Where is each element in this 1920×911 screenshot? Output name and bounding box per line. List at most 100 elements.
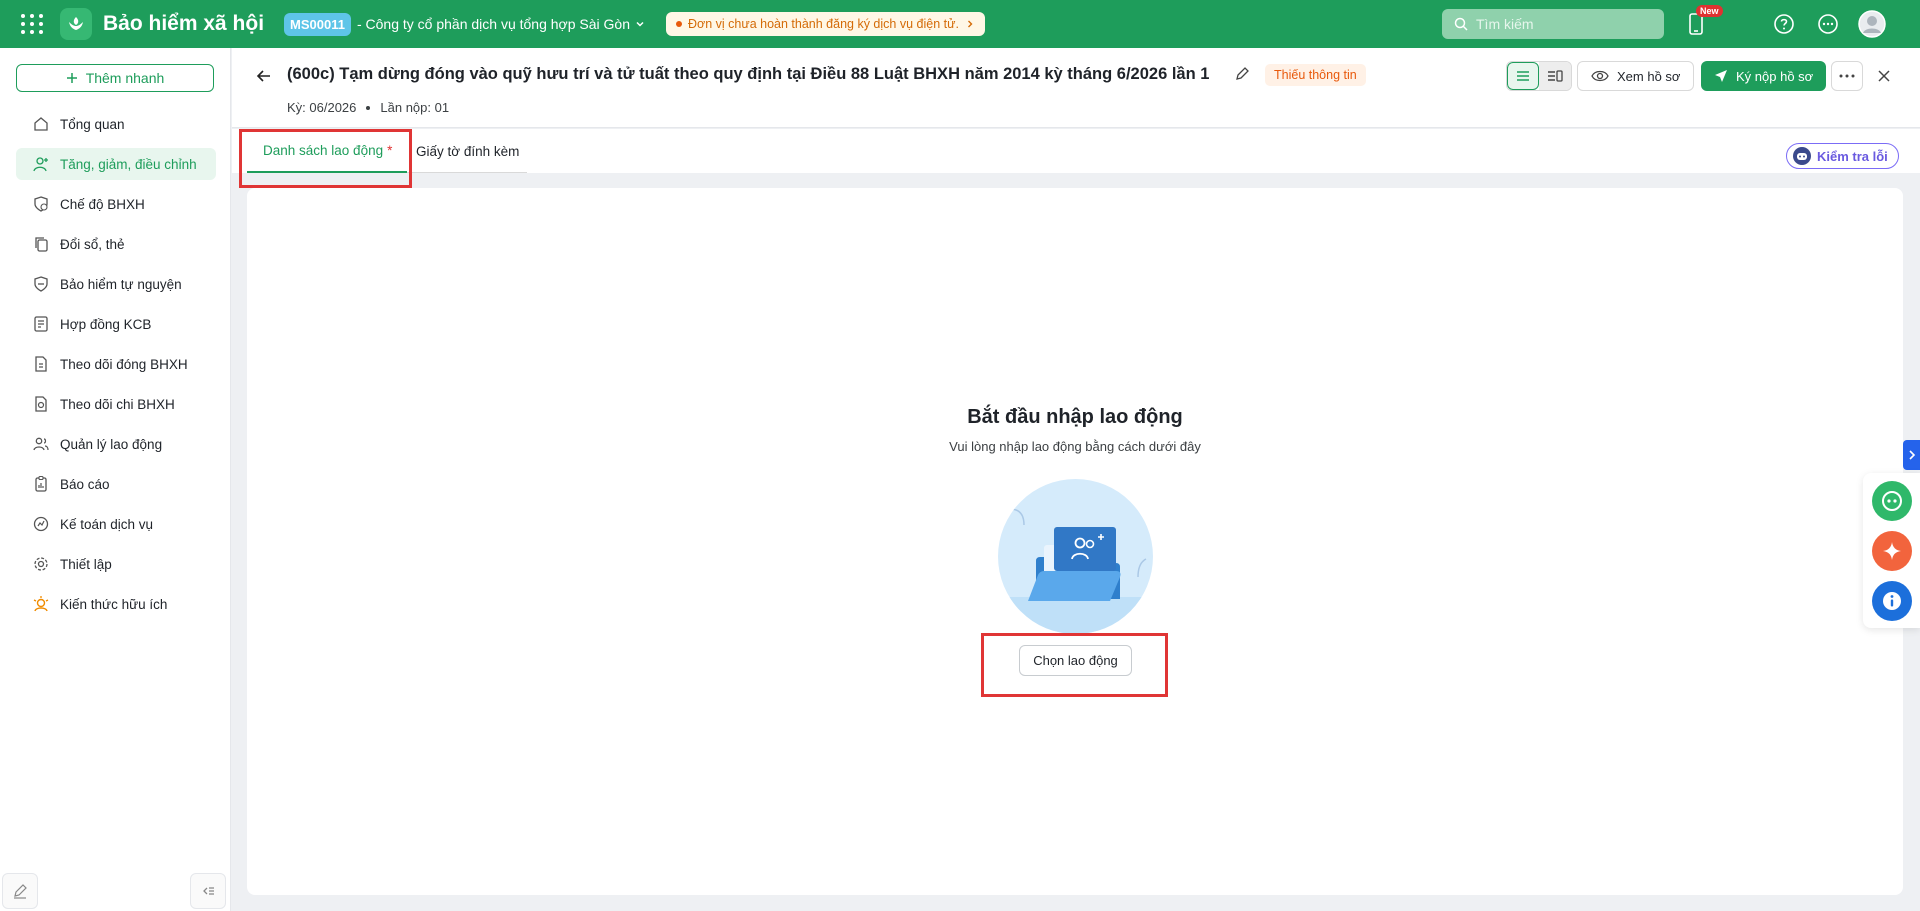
sidebar-item-accounting[interactable]: Kế toán dịch vụ xyxy=(16,508,216,540)
collapse-icon xyxy=(203,887,214,895)
user-avatar[interactable] xyxy=(1858,10,1886,38)
more-horizontal-icon xyxy=(1839,74,1855,78)
labor-list-panel: Bắt đầu nhập lao động Vui lòng nhập lao … xyxy=(247,188,1903,895)
sidebar-item-label: Bảo hiểm tự nguyện xyxy=(60,276,182,292)
quick-add-label: Thêm nhanh xyxy=(85,70,165,86)
split-view-icon xyxy=(1548,70,1563,82)
sidebar-item-label: Đổi sổ, thẻ xyxy=(60,236,125,252)
sidebar-item-label: Tăng, giảm, điều chỉnh xyxy=(60,156,197,172)
close-button[interactable] xyxy=(1872,64,1896,88)
new-badge: New xyxy=(1696,5,1723,17)
tab-attachments[interactable]: Giấy tờ đính kèm xyxy=(416,129,519,173)
expand-panel-button[interactable] xyxy=(1903,440,1920,470)
feedback-button[interactable] xyxy=(2,873,38,909)
ai-assistant-button[interactable] xyxy=(1872,531,1912,571)
document-meta: Kỳ: 06/2026 Lần nộp: 01 xyxy=(287,100,449,115)
apps-grid-icon[interactable] xyxy=(18,10,46,38)
tab-label: Giấy tờ đính kèm xyxy=(416,143,520,159)
split-view-button[interactable] xyxy=(1539,62,1571,90)
company-name: - Công ty cổ phần dịch vụ tổng hợp Sài G… xyxy=(356,16,630,32)
sidebar-item-track-payment[interactable]: Theo dõi đóng BHXH xyxy=(16,348,216,380)
empty-folder-illustration xyxy=(998,479,1153,634)
tabs-bar: Danh sách lao động * Giấy tờ đính kèm Ki… xyxy=(232,129,1920,173)
warning-dot-icon xyxy=(676,21,682,27)
chevron-right-icon xyxy=(967,20,973,28)
back-button[interactable] xyxy=(252,64,276,88)
chevron-down-icon xyxy=(636,21,644,27)
tab-divider xyxy=(407,172,527,173)
sidebar-item-adjustments[interactable]: Tăng, giảm, điều chỉnh xyxy=(16,148,216,180)
view-mode-toggle xyxy=(1506,61,1572,91)
home-icon xyxy=(34,117,48,131)
sidebar-item-book-card[interactable]: Đổi sổ, thẻ xyxy=(16,228,216,260)
document-header: (600c) Tạm dừng đóng vào quỹ hưu trí và … xyxy=(232,48,1920,128)
check-errors-button[interactable]: Kiểm tra lỗi xyxy=(1786,143,1899,169)
help-icon[interactable] xyxy=(1770,10,1798,38)
sparkle-icon xyxy=(1883,542,1901,560)
view-document-button[interactable]: Xem hồ sơ xyxy=(1577,61,1695,91)
sidebar-item-track-spending[interactable]: Theo dõi chi BHXH xyxy=(16,388,216,420)
registration-warning[interactable]: Đơn vị chưa hoàn thành đăng ký dịch vụ đ… xyxy=(666,12,985,36)
sidebar-item-settings[interactable]: Thiết lập xyxy=(16,548,216,580)
sidebar-item-report[interactable]: Báo cáo xyxy=(16,468,216,500)
info-button[interactable] xyxy=(1872,581,1912,621)
submission-text: Lần nộp: 01 xyxy=(380,100,450,115)
contract-icon xyxy=(34,316,48,332)
sign-submit-button[interactable]: Ký nộp hồ sơ xyxy=(1701,61,1827,91)
search-icon xyxy=(1454,17,1468,31)
company-selector[interactable]: - Công ty cổ phần dịch vụ tổng hợp Sài G… xyxy=(357,16,646,32)
chatbot-icon xyxy=(1882,491,1902,511)
sidebar-item-label: Tổng quan xyxy=(60,116,125,132)
chat-icon[interactable] xyxy=(1814,10,1842,38)
empty-state-subtitle: Vui lòng nhập lao động bằng cách dưới đâ… xyxy=(949,439,1201,454)
choose-labor-button[interactable]: Chọn lao động xyxy=(1019,645,1132,676)
calendar-doc-icon xyxy=(35,356,47,372)
sidebar-item-label: Theo dõi chi BHXH xyxy=(60,396,175,412)
required-mark: * xyxy=(387,142,393,158)
sidebar: Thêm nhanh Tổng quan Tăng, giảm, điều ch… xyxy=(0,48,231,911)
sidebar-item-contract[interactable]: Hợp đồng KCB xyxy=(16,308,216,340)
search-box[interactable] xyxy=(1442,9,1664,39)
list-view-button[interactable] xyxy=(1507,62,1539,90)
sidebar-item-overview[interactable]: Tổng quan xyxy=(16,108,216,140)
tab-labor-list[interactable]: Danh sách lao động * xyxy=(247,129,407,173)
sidebar-item-label: Kế toán dịch vụ xyxy=(60,516,154,532)
sidebar-item-benefits[interactable]: Chế độ BHXH xyxy=(16,188,216,220)
sidebar-item-voluntary[interactable]: Bảo hiểm tự nguyện xyxy=(16,268,216,300)
shield-heart-icon xyxy=(34,196,48,212)
doc-money-icon xyxy=(35,396,47,412)
shield-icon xyxy=(34,276,48,292)
floating-actions xyxy=(1863,473,1920,628)
collapse-sidebar-button[interactable] xyxy=(190,873,226,909)
info-icon xyxy=(1883,592,1901,610)
sign-submit-label: Ký nộp hồ sơ xyxy=(1736,68,1814,84)
quick-add-button[interactable]: Thêm nhanh xyxy=(16,64,214,92)
app-title: Bảo hiểm xã hội xyxy=(103,12,265,35)
chevron-right-icon xyxy=(1908,450,1915,460)
sidebar-item-label: Quản lý lao động xyxy=(60,436,163,452)
check-errors-label: Kiểm tra lỗi xyxy=(1817,148,1888,164)
empty-state-title: Bắt đầu nhập lao động xyxy=(967,406,1183,428)
copy-icon xyxy=(35,237,48,252)
sidebar-item-labor[interactable]: Quản lý lao động xyxy=(16,428,216,460)
sidebar-item-label: Thiết lập xyxy=(60,556,112,572)
report-icon xyxy=(35,475,47,492)
chatbot-button[interactable] xyxy=(1872,481,1912,521)
status-badge: Thiếu thông tin xyxy=(1265,64,1366,86)
close-icon xyxy=(1878,70,1890,82)
sidebar-item-label: Theo dõi đóng BHXH xyxy=(60,356,188,372)
arrow-left-icon xyxy=(256,70,270,82)
list-icon xyxy=(1517,71,1529,81)
tab-label: Danh sách lao động xyxy=(263,142,384,158)
period-text: Kỳ: 06/2026 xyxy=(287,100,357,115)
edit-title-icon[interactable] xyxy=(1234,66,1250,85)
page-title: (600c) Tạm dừng đóng vào quỹ hưu trí và … xyxy=(287,65,1210,83)
more-options-button[interactable] xyxy=(1831,61,1863,91)
sidebar-item-label: Kiến thức hữu ích xyxy=(60,596,168,612)
users-icon xyxy=(33,437,49,451)
mobile-app-button[interactable]: New xyxy=(1682,5,1723,38)
sidebar-item-knowledge[interactable]: Kiến thức hữu ích xyxy=(16,588,216,620)
gear-icon xyxy=(34,557,48,571)
separator-dot xyxy=(366,105,371,110)
search-input[interactable] xyxy=(1476,16,1646,32)
